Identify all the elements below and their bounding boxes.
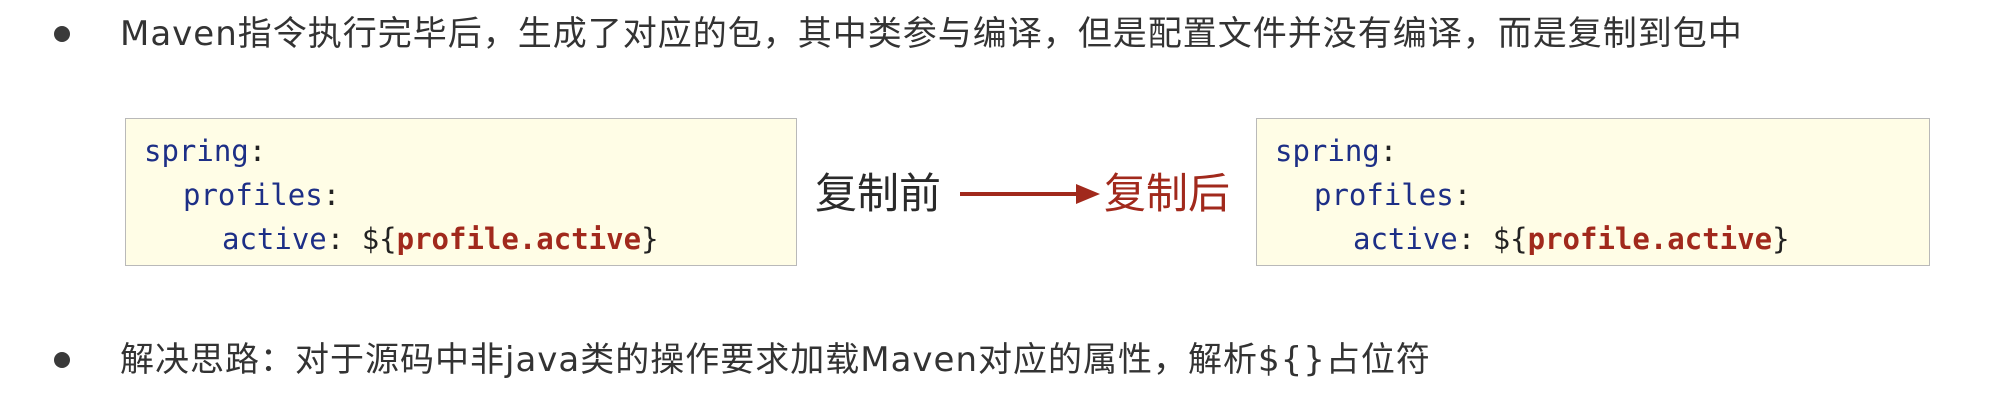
yaml-colon: :	[1379, 134, 1398, 168]
placeholder-open: ${	[361, 222, 397, 256]
yaml-key: active	[222, 222, 327, 256]
yaml-colon: :	[1457, 222, 1476, 256]
code-line: profiles:	[1257, 173, 1929, 217]
yaml-key: profiles	[183, 178, 323, 212]
code-line: spring:	[1257, 129, 1929, 173]
yaml-colon: :	[1453, 178, 1472, 212]
label-before-copy: 复制前	[815, 169, 942, 218]
code-block-before: spring: profiles: active: ${profile.acti…	[125, 118, 797, 266]
bullet-dot-icon	[54, 26, 70, 42]
yaml-key: spring	[144, 134, 249, 168]
placeholder-open: ${	[1492, 222, 1528, 256]
yaml-key: profiles	[1314, 178, 1454, 212]
bullet-item-solution: 解决思路：对于源码中非java类的操作要求加载Maven对应的属性，解析${}占…	[0, 330, 2008, 390]
label-after-copy: 复制后	[1104, 169, 1231, 218]
bullet-item-copy-note: Maven指令执行完毕后，生成了对应的包，其中类参与编译，但是配置文件并没有编译…	[0, 4, 2008, 64]
yaml-key: active	[1353, 222, 1458, 256]
arrow-right-icon	[960, 184, 1100, 204]
code-block-after: spring: profiles: active: ${profile.acti…	[1256, 118, 1930, 266]
placeholder-close: }	[1772, 222, 1790, 256]
code-line: active: ${profile.active}	[1257, 217, 1929, 261]
yaml-colon: :	[322, 178, 341, 212]
yaml-colon: :	[248, 134, 267, 168]
code-line: profiles:	[126, 173, 796, 217]
placeholder-close: }	[641, 222, 659, 256]
yaml-colon: :	[326, 222, 345, 256]
bullet-dot-icon	[54, 352, 70, 368]
yaml-key: spring	[1275, 134, 1380, 168]
bullet-text: 解决思路：对于源码中非java类的操作要求加载Maven对应的属性，解析${}占…	[120, 340, 1431, 380]
placeholder-name: profile.active	[396, 222, 642, 256]
placeholder-name: profile.active	[1527, 222, 1773, 256]
code-line: active: ${profile.active}	[126, 217, 796, 261]
bullet-text: Maven指令执行完毕后，生成了对应的包，其中类参与编译，但是配置文件并没有编译…	[120, 14, 1743, 54]
code-line: spring:	[126, 129, 796, 173]
